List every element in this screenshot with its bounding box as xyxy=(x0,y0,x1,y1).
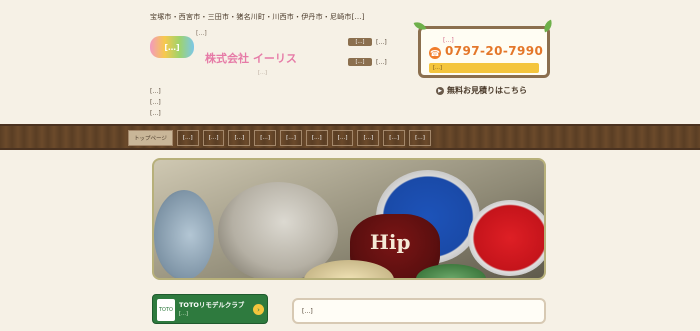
contact-row-mail: […] […] xyxy=(348,56,416,68)
paint-can-label: Hip xyxy=(370,230,411,254)
free-estimate-link[interactable]: ▶ 無料お見積りはこちら xyxy=(436,85,546,96)
nav-items: トップページ […] […] […] […] […] […] […] […] [… xyxy=(128,130,431,146)
phone-lead-text: […] xyxy=(443,37,454,44)
nav-item[interactable]: […] xyxy=(202,130,225,146)
address-line: […] xyxy=(150,99,161,106)
contact-value[interactable]: […] xyxy=(372,59,387,66)
nav-item[interactable]: […] xyxy=(228,130,251,146)
contact-value: […] xyxy=(376,38,387,46)
contact-row-fax: […] […] xyxy=(348,36,416,48)
nav-item[interactable]: […] xyxy=(383,130,406,146)
service-area-text: 宝塚市・西宮市・三田市・猪名川町・川西市・伊丹市・尼崎市[…] xyxy=(150,13,365,21)
arrow-right-icon: ▶ xyxy=(436,86,444,95)
phone-number[interactable]: 0797-20-7990 xyxy=(445,44,543,58)
nav-item[interactable]: […] xyxy=(409,130,431,146)
nav-item[interactable]: […] xyxy=(254,130,277,146)
nav-item[interactable]: […] xyxy=(357,130,380,146)
contact-tag: […] xyxy=(348,38,372,46)
company-name[interactable]: 株式会社 イーリス xyxy=(205,50,345,66)
company-tagline: […] xyxy=(196,30,207,37)
address-line: […] xyxy=(150,88,161,95)
global-nav: トップページ […] […] […] […] […] […] […] […] [… xyxy=(0,124,700,150)
toto-banner-title: TOTOリモデルクラブ xyxy=(179,301,245,309)
intro-text-box: […] xyxy=(292,298,546,324)
paint-can-blue-grey xyxy=(154,190,214,278)
free-estimate-label: 無料お見積りはこちら xyxy=(447,86,527,95)
toto-logo: TOTO xyxy=(157,299,175,321)
paint-can-red xyxy=(468,200,544,276)
site-header: 宝塚市・西宮市・三田市・猪名川町・川西市・伊丹市・尼崎市[…] […] […] … xyxy=(0,0,700,124)
hero-image: Hip xyxy=(152,158,546,280)
phone-icon: ☎ xyxy=(429,47,441,59)
contact-form-link[interactable]: […] xyxy=(429,63,539,73)
company-motto: […] xyxy=(258,70,267,76)
nav-item[interactable]: […] xyxy=(280,130,302,146)
nav-item[interactable]: […] xyxy=(305,130,328,146)
nav-item[interactable]: […] xyxy=(331,130,354,146)
phone-contact-box: […] ☎ 0797-20-7990 […] xyxy=(418,26,550,78)
address-line: […] xyxy=(150,110,161,117)
toto-banner-subtitle: […] xyxy=(179,311,188,317)
company-address: […] […] […] xyxy=(150,86,350,119)
site-logo[interactable]: […] xyxy=(150,36,194,58)
contact-tag: […] xyxy=(348,58,372,66)
nav-item[interactable]: […] xyxy=(176,130,199,146)
contact-info: […] […] […] […] xyxy=(348,36,416,76)
toto-remodel-club-banner[interactable]: TOTO TOTOリモデルクラブ […] › xyxy=(152,294,268,324)
nav-item-top[interactable]: トップページ xyxy=(128,130,173,146)
arrow-right-icon: › xyxy=(253,304,264,315)
